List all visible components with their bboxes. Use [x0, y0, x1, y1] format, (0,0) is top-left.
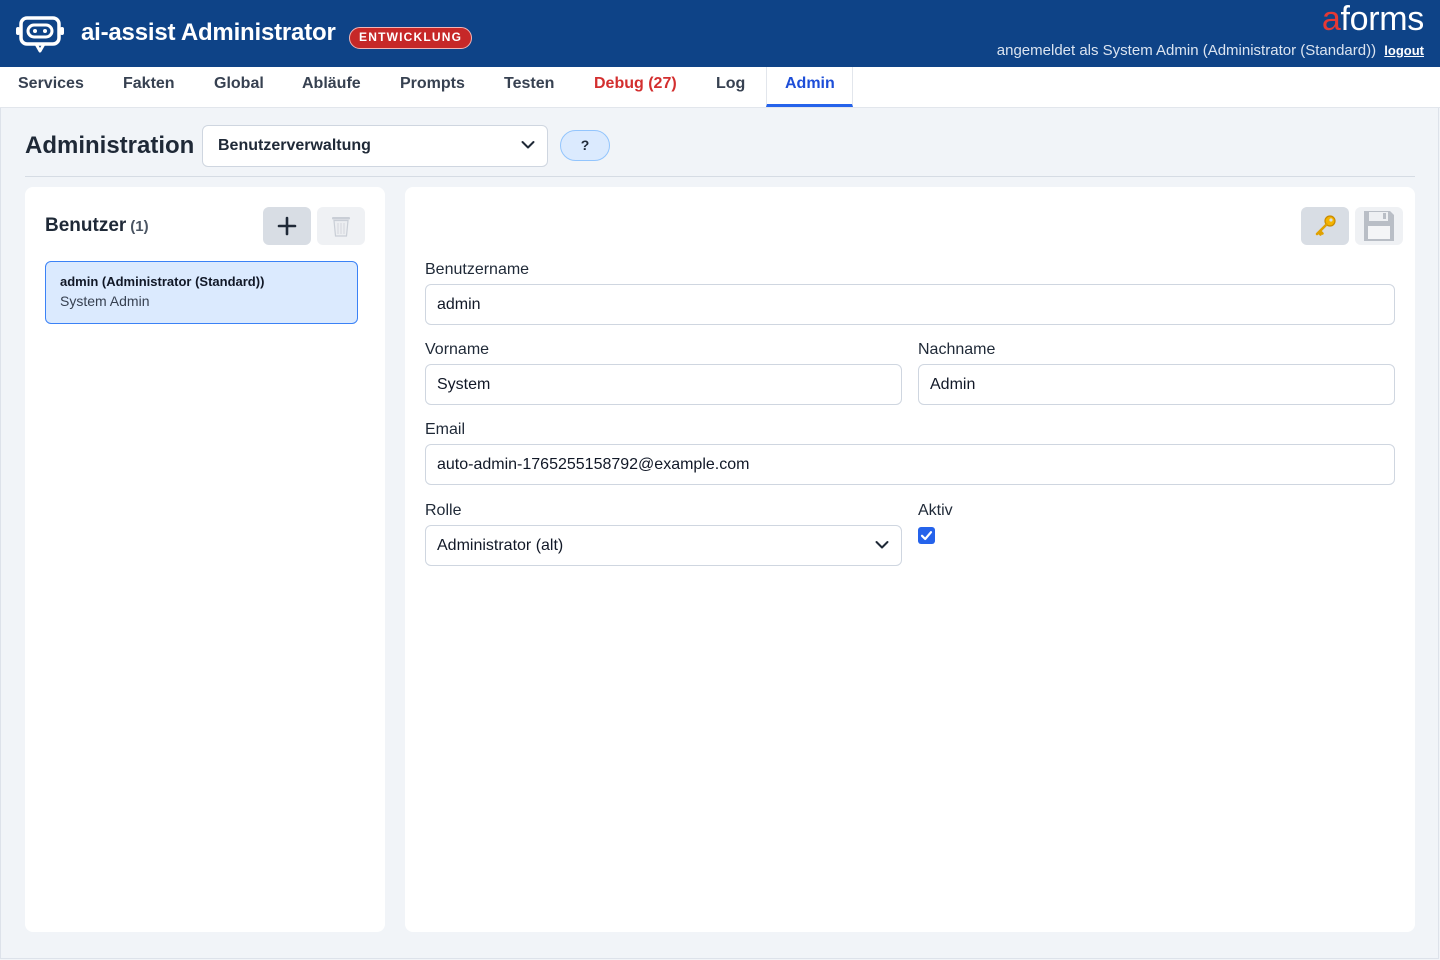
app-title: ai-assist Administrator [81, 19, 336, 46]
active-label: Aktiv [918, 502, 953, 519]
user-list-item[interactable]: admin (Administrator (Standard)) System … [45, 261, 358, 324]
users-panel: Benutzer (1) admin (Administrator (Standa… [25, 187, 385, 932]
lastname-label: Nachname [918, 341, 996, 358]
section-select[interactable]: Benutzerverwaltung [202, 125, 548, 167]
key-icon [1315, 215, 1336, 236]
main-nav: Services Fakten Global Abläufe Prompts T… [0, 67, 1440, 108]
user-item-title: admin (Administrator (Standard)) [60, 274, 265, 289]
lastname-field[interactable]: Admin [918, 364, 1395, 405]
tab-global[interactable]: Global [196, 67, 282, 107]
robot-logo-icon [16, 16, 64, 53]
checkmark-icon [920, 531, 933, 541]
floppy-save-icon [1364, 211, 1394, 241]
app-header: ai-assist Administrator ENTWICKLUNG afor… [0, 0, 1440, 67]
firstname-label: Vorname [425, 341, 490, 358]
password-button[interactable] [1301, 207, 1349, 245]
logout-link[interactable]: logout [1384, 43, 1424, 58]
tab-fakten[interactable]: Fakten [105, 67, 193, 107]
user-form-panel: Benutzername admin Vorname System Nachna… [405, 187, 1415, 932]
role-select[interactable]: Administrator (alt) [425, 525, 902, 566]
help-button[interactable]: ? [560, 130, 610, 161]
brand-name: forms [1340, 0, 1424, 38]
user-item-subtitle: System Admin [60, 293, 150, 309]
email-field[interactable]: auto-admin-1765255158792@example.com [425, 444, 1395, 485]
login-status: angemeldet als System Admin (Administrat… [997, 42, 1424, 59]
tab-services[interactable]: Services [0, 67, 102, 107]
add-user-button[interactable] [263, 207, 311, 245]
save-button[interactable] [1355, 207, 1403, 245]
username-label: Benutzername [425, 261, 530, 278]
firstname-field[interactable]: System [425, 364, 902, 405]
users-count: (1) [130, 218, 149, 235]
delete-user-button[interactable] [317, 207, 365, 245]
users-heading: Benutzer (1) [45, 215, 149, 237]
admin-content: Administration Benutzerverwaltung ? Benu… [0, 108, 1440, 960]
environment-badge: ENTWICKLUNG [349, 27, 473, 49]
users-title: Benutzer [45, 215, 127, 236]
tab-prompts[interactable]: Prompts [382, 67, 483, 107]
tab-debug[interactable]: Debug (27) [576, 67, 695, 107]
tab-ablaeufe[interactable]: Abläufe [284, 67, 379, 107]
page-title: Administration [25, 132, 195, 159]
trash-icon [332, 217, 350, 237]
email-label: Email [425, 421, 466, 438]
tab-testen[interactable]: Testen [486, 67, 572, 107]
divider [25, 176, 1415, 177]
brand-logo: aforms [1322, 0, 1424, 39]
chevron-down-icon [521, 141, 535, 149]
active-checkbox[interactable] [918, 527, 935, 544]
login-text: angemeldet als System Admin (Administrat… [996, 42, 1377, 59]
tab-log[interactable]: Log [698, 67, 763, 107]
role-label: Rolle [425, 502, 462, 519]
tab-admin[interactable]: Admin [766, 67, 853, 107]
role-select-value: Administrator (alt) [437, 537, 564, 554]
section-select-value: Benutzerverwaltung [218, 137, 371, 154]
chevron-down-icon [875, 541, 889, 549]
username-field[interactable]: admin [425, 284, 1395, 325]
plus-icon [277, 216, 297, 236]
brand-accent: a [1321, 0, 1341, 38]
